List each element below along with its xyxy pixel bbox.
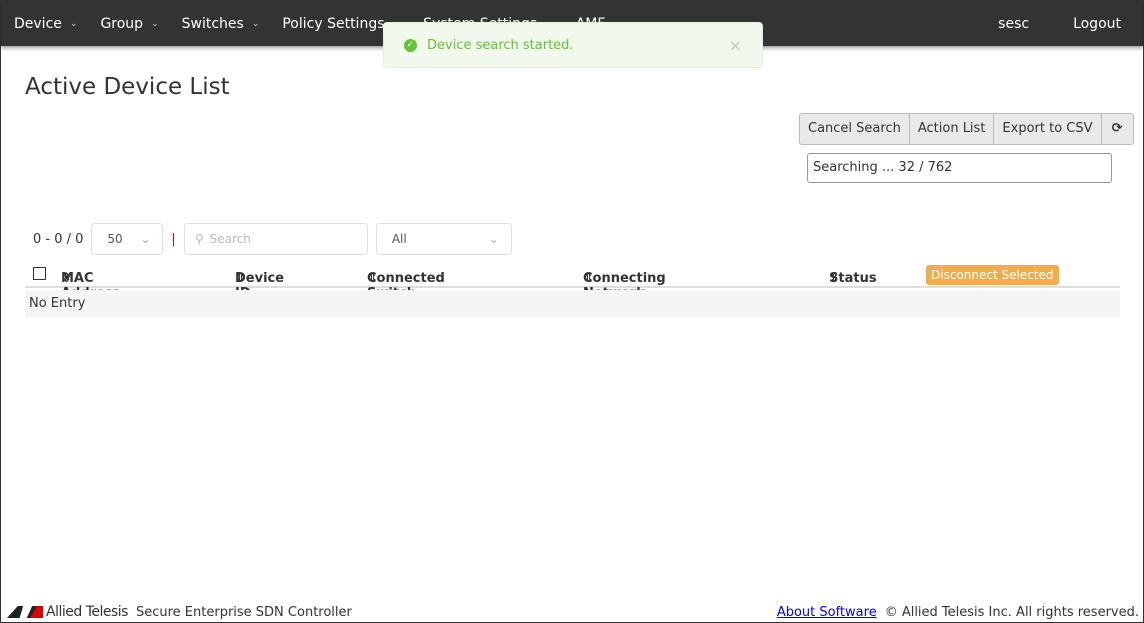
select-all-checkbox[interactable] [33,267,46,280]
nav-label: Device [14,15,62,32]
divider: | [171,231,176,247]
allied-telesis-logo: Allied Telesis [7,604,128,620]
filter-select[interactable]: All ⌄ [375,223,512,255]
search-progress: Searching ... 32 / 762 [807,153,1112,183]
user-menu[interactable]: sesc [976,16,1051,32]
sort-icon: ⇕ [583,271,594,286]
page-size-value: 50 [107,232,123,246]
search-placeholder: Search [209,232,251,246]
logout-link[interactable]: Logout [1051,16,1143,32]
product-name: Secure Enterprise SDN Controller [135,604,352,620]
page-size-select[interactable]: 50 ⌄ [91,223,164,255]
sort-icon: ⇕ [235,271,246,286]
empty-row: No Entry [25,290,1120,318]
disconnect-selected-button[interactable]: Disconnect Selected [926,265,1059,285]
nav-label: Switches [181,15,244,32]
nav-switches[interactable]: Switches ⌄ [169,16,270,32]
success-toast: ✓ Device search started. × [383,22,763,68]
cancel-search-button[interactable]: Cancel Search [800,114,910,144]
close-icon[interactable]: × [729,36,742,55]
nav-label: Group [100,15,144,32]
chevron-down-icon: ⌄ [151,18,159,29]
export-csv-button[interactable]: Export to CSV [994,114,1102,144]
table-header: MAC Address ⇕ Device ID ⇕ Connected Swit… [25,259,1120,301]
search-icon: ⚲ [194,232,204,246]
chevron-down-icon: ⌄ [251,18,260,29]
action-list-button[interactable]: Action List [909,114,995,144]
footer: Allied Telesis Secure Enterprise SDN Con… [7,604,1139,620]
toolbar: Cancel Search Action List Export to CSV … [799,113,1134,145]
nav-label: Policy Settings [282,15,385,32]
copyright: © Allied Telesis Inc. All rights reserve… [884,604,1139,620]
page-title: Active Device List [25,74,230,100]
refresh-icon[interactable]: ⟳ [1101,114,1133,144]
sort-icon: ⇕ [829,271,840,286]
range-label: 0 - 0 / 0 [33,231,84,247]
sort-icon: ⇕ [367,271,378,286]
filter-value: All [391,232,407,246]
chevron-down-icon: ⌄ [140,232,151,246]
about-software-link[interactable]: About Software [777,605,877,620]
brand-name: Allied Telesis [46,604,128,620]
chevron-down-icon: ⌄ [69,18,78,29]
check-circle-icon: ✓ [404,38,417,52]
nav-device[interactable]: Device ⌄ [1,16,87,32]
toast-message: Device search started. [427,37,574,53]
chevron-down-icon: ⌄ [488,232,499,246]
nav-group[interactable]: Group ⌄ [87,16,168,32]
sort-icon: ⇕ [61,271,72,286]
search-input[interactable]: ⚲ Search [183,223,368,255]
table-controls: 0 - 0 / 0 50 ⌄ | ⚲ Search All ⌄ [33,223,512,255]
